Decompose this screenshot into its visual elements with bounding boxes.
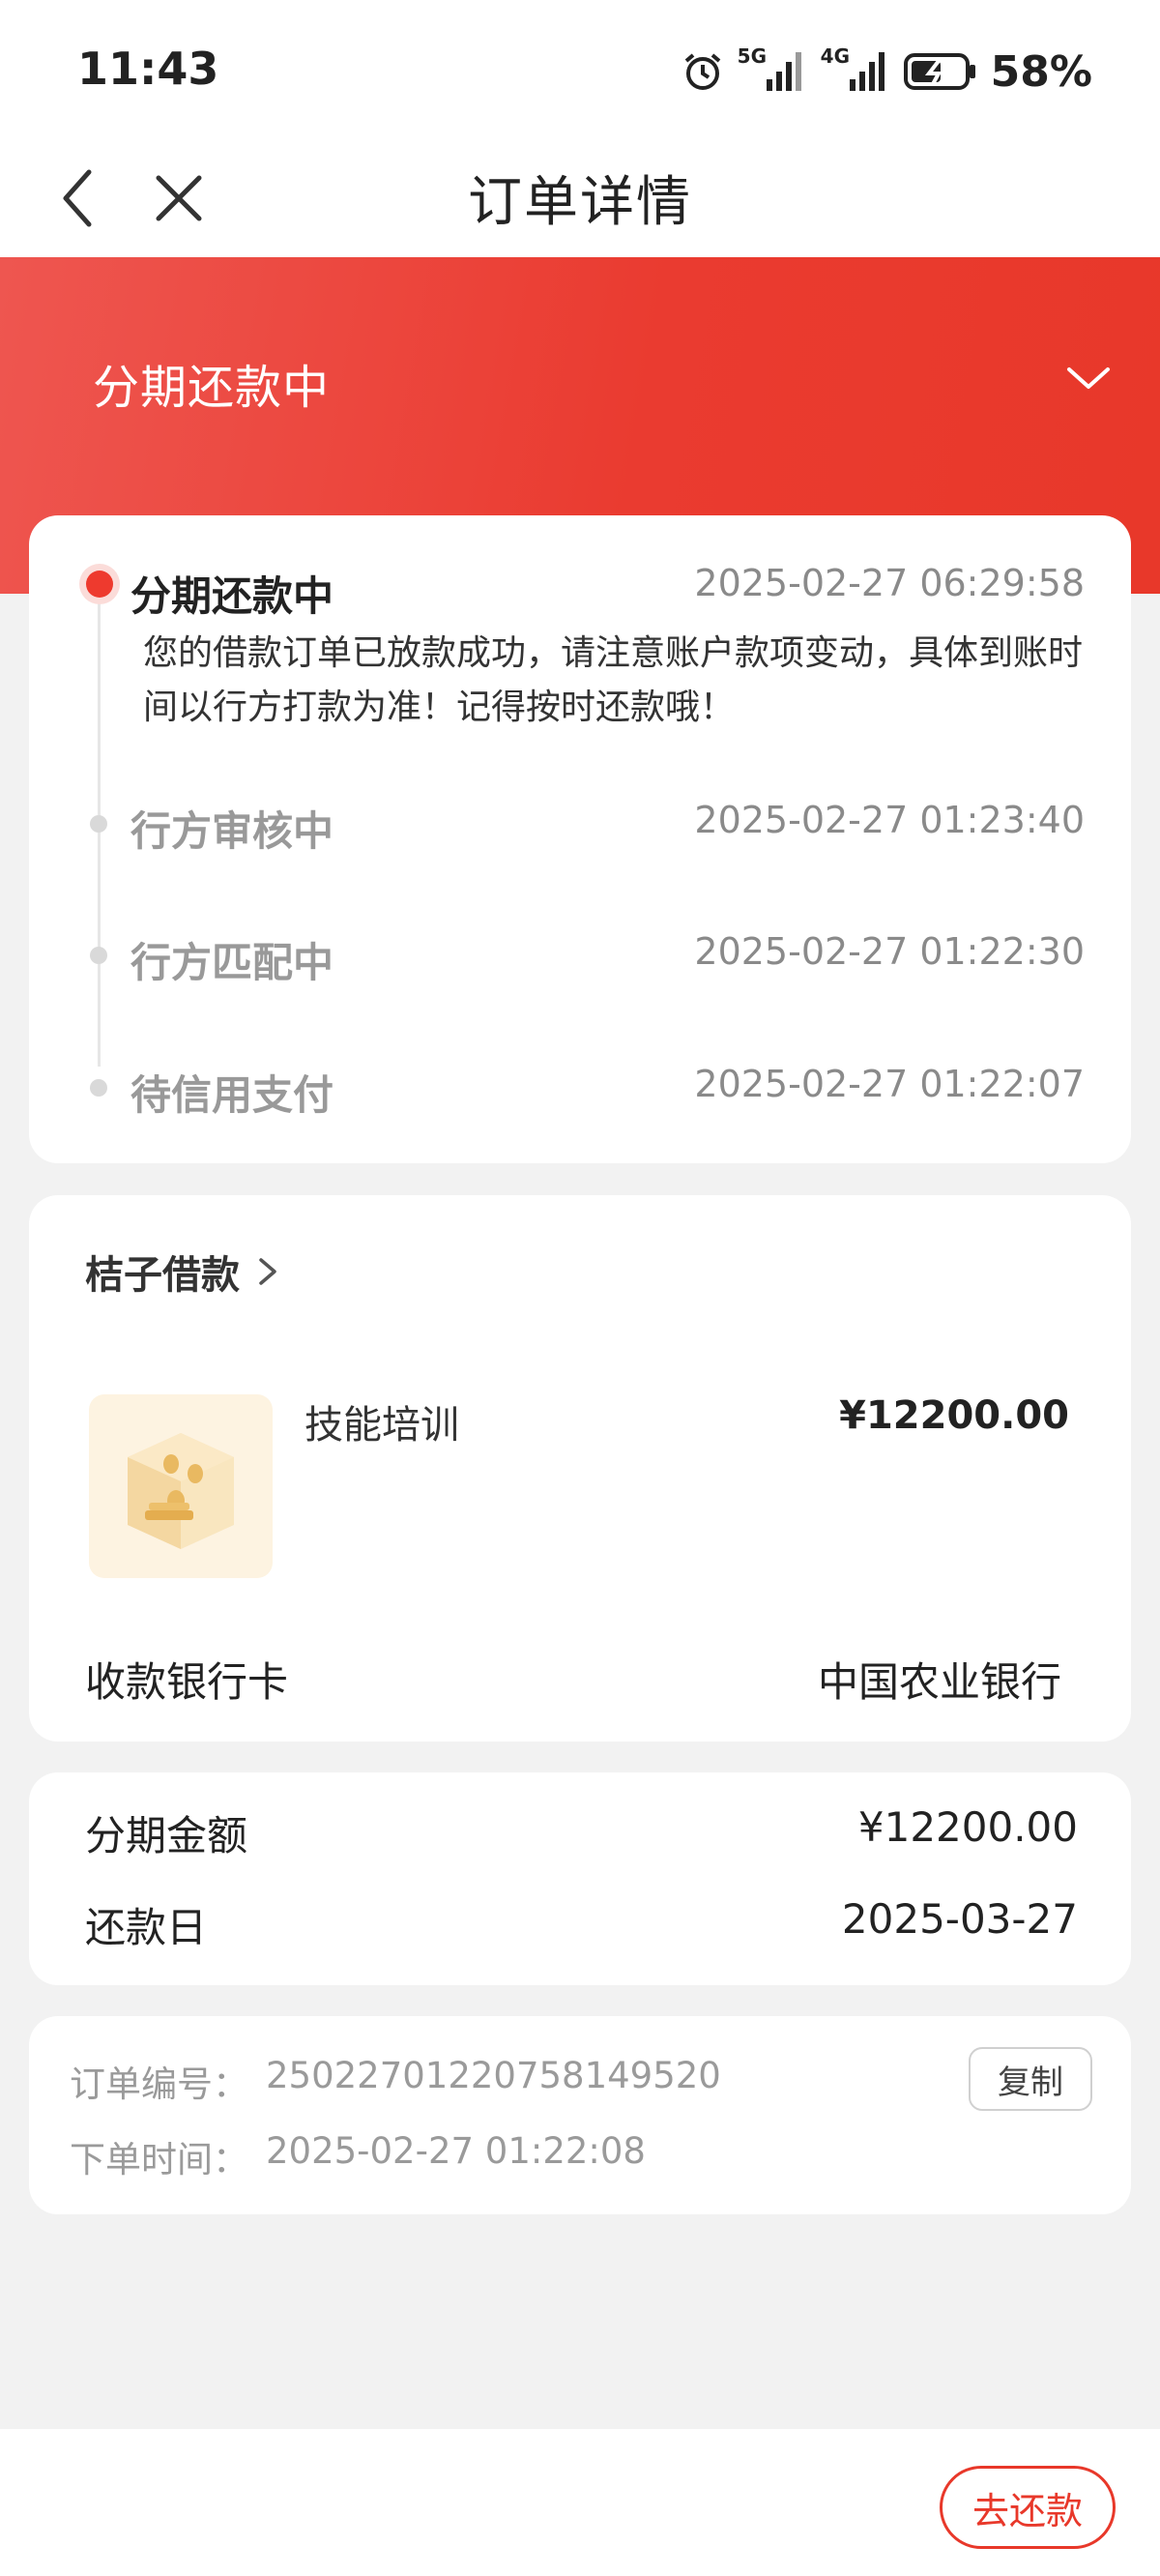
repay-button[interactable]: 去还款 (940, 2466, 1116, 2549)
product-name: 技能培训 (304, 1403, 459, 1448)
bank-card-value: 中国农业银行 (817, 1658, 1061, 1706)
status-icons: 5G 4G 58% (682, 43, 1092, 101)
product-thumbnail (89, 1394, 273, 1578)
timeline-time-1: 2025-02-27 06:29:58 (694, 562, 1085, 604)
status-bar: 11:43 5G 4G 58% (0, 0, 1160, 145)
order-time-value: 2025-02-27 01:22:08 (266, 2130, 646, 2172)
battery-percent: 58% (990, 46, 1092, 97)
progress-timeline-card: 分期还款中 2025-02-27 06:29:58 您的借款订单已放款成功，请注… (29, 515, 1131, 1163)
signal-4g-icon: 4G (821, 44, 890, 95)
timeline-dot-active (79, 564, 120, 604)
installment-amount-label: 分期金额 (85, 1812, 248, 1859)
timeline-dot (90, 947, 107, 964)
installment-card: 分期金额 ¥12200.00 还款日 2025-03-27 (29, 1772, 1131, 1985)
installment-amount-value: ¥12200.00 (857, 1803, 1078, 1851)
repayment-date-label: 还款日 (85, 1904, 208, 1951)
signal-5g-icon: 5G (738, 44, 807, 95)
bottom-action-bar: 去还款 (0, 2429, 1160, 2576)
order-time-label: 下单时间： (70, 2139, 248, 2181)
product-price: ¥12200.00 (839, 1393, 1069, 1438)
order-info-card: 订单编号： 2502270122075814952​0 复制 下单时间： 202… (29, 2016, 1131, 2214)
timeline-title-3: 行方匹配中 (130, 939, 334, 986)
repayment-date-value: 2025-03-27 (841, 1895, 1078, 1943)
timeline-dot (90, 815, 107, 833)
alarm-icon (684, 53, 720, 90)
order-number-label: 订单编号： (70, 2064, 248, 2105)
copy-button[interactable]: 复制 (969, 2047, 1092, 2111)
battery-charging-icon (903, 53, 975, 90)
order-number-value: 2502270122075814952​0 (266, 2055, 721, 2096)
timeline-time-4: 2025-02-27 01:22:07 (694, 1063, 1085, 1105)
nav-bar: 订单详情 (0, 145, 1160, 257)
timeline-time-2: 2025-02-27 01:23:40 (694, 799, 1085, 841)
timeline-dot (90, 1079, 107, 1097)
timeline-title-2: 行方审核中 (130, 807, 334, 855)
bank-card-label: 收款银行卡 (85, 1658, 289, 1706)
coin-box-icon (128, 1433, 234, 1549)
merchant-link[interactable]: 桔子借款 (85, 1244, 282, 1300)
chevron-right-icon (259, 1258, 276, 1285)
timeline-desc-1: 您的借款订单已放款成功，请注意账户款项变动，具体到账时间以行方打款为准！记得按时… (143, 633, 1084, 727)
chevron-down-icon[interactable] (1059, 358, 1117, 396)
timeline-title-1: 分期还款中 (130, 572, 334, 620)
product-card: 桔子借款 技能培训 ¥12200.00 收款银行卡 中国农业银行 (29, 1195, 1131, 1742)
timeline-title-4: 待信用支付 (130, 1071, 334, 1119)
page-title: 订单详情 (468, 171, 692, 234)
timeline-time-3: 2025-02-27 01:22:30 (694, 930, 1085, 973)
banner-status-title: 分期还款中 (93, 361, 331, 415)
status-time: 11:43 (77, 43, 219, 95)
merchant-name: 桔子借款 (85, 1253, 240, 1298)
